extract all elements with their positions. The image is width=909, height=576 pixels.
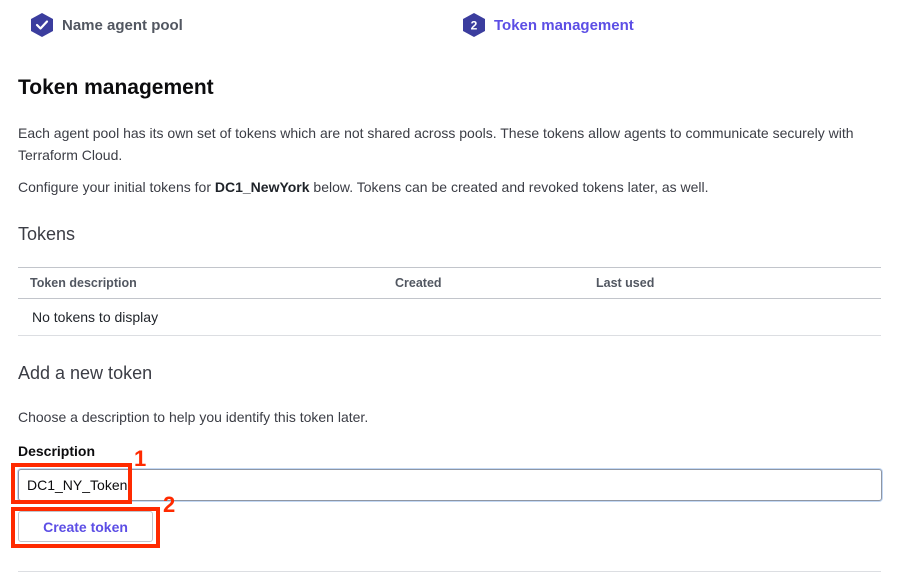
configure-after: below. Tokens can be created and revoked… [309, 179, 709, 195]
table-row: No tokens to display [18, 299, 881, 336]
add-token-heading: Add a new token [18, 363, 153, 383]
column-header-token-description: Token description [30, 276, 137, 290]
step-label: Name agent pool [62, 16, 183, 34]
annotation-box-2 [11, 507, 160, 548]
wizard-steps: Name agent pool 2 Token management [0, 0, 909, 50]
description-label: Description [18, 443, 96, 459]
configure-before: Configure your initial tokens for [18, 179, 215, 195]
pool-name: DC1_NewYork [214, 179, 310, 195]
configure-text: Configure your initial tokens for DC1_Ne… [18, 176, 878, 198]
page-title: Token management [18, 76, 214, 99]
tokens-heading: Tokens [18, 224, 76, 244]
step-token-management[interactable]: 2 Token management [462, 12, 634, 38]
page-description: Each agent pool has its own set of token… [18, 125, 854, 163]
annotation-box-1 [11, 463, 132, 504]
divider [18, 571, 881, 572]
annotation-number-1: 1 [134, 446, 147, 471]
column-header-last-used: Last used [596, 276, 655, 290]
column-header-created: Created [395, 276, 442, 290]
tokens-table: Token description Created Last used No t… [18, 267, 881, 336]
step-label: Token management [494, 16, 634, 34]
empty-state-text: No tokens to display [32, 309, 159, 325]
add-token-help: Choose a description to help you identif… [18, 409, 369, 425]
step-name-agent-pool[interactable]: Name agent pool [30, 12, 183, 38]
check-icon [31, 13, 53, 37]
step-number: 2 [471, 19, 478, 33]
description-input[interactable] [18, 469, 882, 501]
annotation-number-2: 2 [163, 492, 176, 517]
step-number-icon: 2 [463, 13, 485, 37]
table-header: Token description Created Last used [18, 267, 881, 299]
